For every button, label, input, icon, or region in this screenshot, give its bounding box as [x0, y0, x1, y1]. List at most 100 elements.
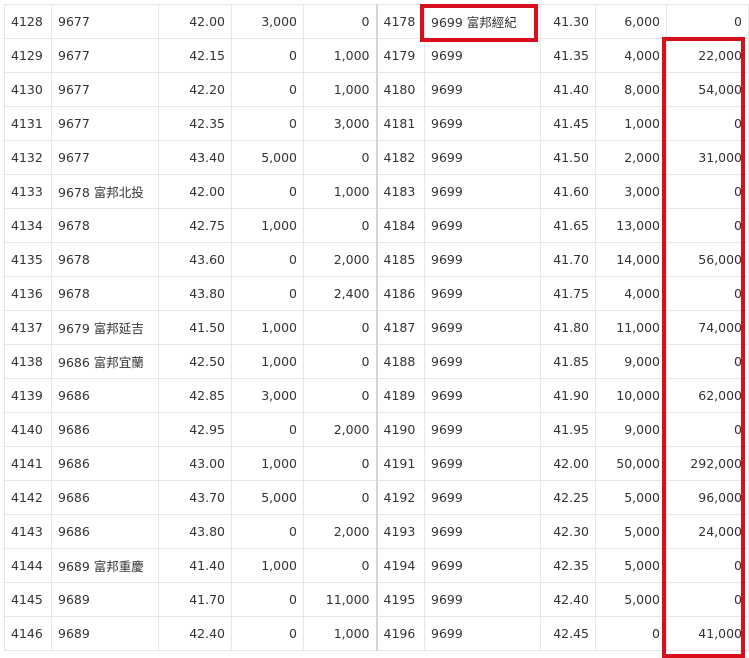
table-row: 4138 9686 富邦宜蘭 42.50 1,000 0 4188 9699 41.85 9,0… [4, 344, 749, 379]
table-row: 4128 9677 42.00 3,000 0 4178 9699 富邦經紀 41.30 6,0… [4, 4, 749, 39]
right-sell-qty-cell: 54,000 [666, 72, 749, 107]
left-price-cell: 43.40 [158, 140, 232, 175]
table-row: 4145 9689 41.70 0 11,000 4195 9699 42.40 5,000 0 [4, 582, 749, 617]
right-sell-qty-cell: 74,000 [666, 310, 749, 345]
left-sell-qty-cell: 3,000 [303, 106, 377, 141]
table-row: 4136 9678 43.80 0 2,400 4186 9699 41.75 4,000 0 [4, 276, 749, 311]
left-price-cell: 42.35 [158, 106, 232, 141]
left-broker-cell: 9677 [51, 4, 159, 39]
left-buy-qty-cell: 0 [231, 106, 304, 141]
left-seq-cell: 4132 [4, 140, 52, 175]
right-seq-cell: 4183 [375, 174, 425, 209]
right-broker-cell: 9699 [424, 616, 541, 651]
left-price-cell: 43.70 [158, 480, 232, 515]
left-price-cell: 42.40 [158, 616, 232, 651]
right-buy-qty-cell: 9,000 [595, 344, 667, 379]
right-sell-qty-cell: 0 [666, 106, 749, 141]
right-sell-qty-cell: 96,000 [666, 480, 749, 515]
table-row: 4137 9679 富邦延吉 41.50 1,000 0 4187 9699 41.80 11,… [4, 310, 749, 345]
left-broker-cell: 9677 [51, 38, 159, 73]
left-price-cell: 41.50 [158, 310, 232, 345]
table-row: 4139 9686 42.85 3,000 0 4189 9699 41.90 10,000 62… [4, 378, 749, 413]
left-buy-qty-cell: 0 [231, 242, 304, 277]
right-sell-qty-cell: 41,000 [666, 616, 749, 651]
table-row: 4146 9689 42.40 0 1,000 4196 9699 42.45 0 41,000 [4, 616, 749, 651]
left-buy-qty-cell: 3,000 [231, 378, 304, 413]
right-buy-qty-cell: 4,000 [595, 38, 667, 73]
right-broker-cell: 9699 [424, 480, 541, 515]
right-buy-qty-cell: 9,000 [595, 412, 667, 447]
left-broker-cell: 9678 [51, 242, 159, 277]
table-row: 4131 9677 42.35 0 3,000 4181 9699 41.45 1,000 0 [4, 106, 749, 141]
right-price-cell: 41.70 [540, 242, 596, 277]
table-row: 4134 9678 42.75 1,000 0 4184 9699 41.65 13,000 0 [4, 208, 749, 243]
left-sell-qty-cell: 0 [303, 378, 377, 413]
right-sell-qty-cell: 292,000 [666, 446, 749, 481]
right-buy-qty-cell: 50,000 [595, 446, 667, 481]
left-broker-cell: 9679 富邦延吉 [51, 310, 159, 345]
left-seq-cell: 4140 [4, 412, 52, 447]
right-sell-qty-cell: 24,000 [666, 514, 749, 549]
right-price-cell: 41.60 [540, 174, 596, 209]
right-broker-cell: 9699 [424, 72, 541, 107]
right-buy-qty-cell: 1,000 [595, 106, 667, 141]
right-seq-cell: 4184 [375, 208, 425, 243]
left-buy-qty-cell: 1,000 [231, 548, 304, 583]
right-price-cell: 41.95 [540, 412, 596, 447]
left-price-cell: 41.70 [158, 582, 232, 617]
right-seq-cell: 4195 [375, 582, 425, 617]
right-sell-qty-cell: 0 [666, 412, 749, 447]
left-buy-qty-cell: 1,000 [231, 344, 304, 379]
right-buy-qty-cell: 14,000 [595, 242, 667, 277]
left-buy-qty-cell: 5,000 [231, 140, 304, 175]
left-price-cell: 43.80 [158, 514, 232, 549]
right-buy-qty-cell: 0 [595, 616, 667, 651]
left-broker-cell: 9686 [51, 378, 159, 413]
right-broker-cell: 9699 [424, 310, 541, 345]
right-price-cell: 42.25 [540, 480, 596, 515]
right-broker-cell: 9699 [424, 412, 541, 447]
left-sell-qty-cell: 0 [303, 548, 377, 583]
right-price-cell: 41.75 [540, 276, 596, 311]
left-seq-cell: 4139 [4, 378, 52, 413]
left-buy-qty-cell: 0 [231, 616, 304, 651]
right-seq-cell: 4193 [375, 514, 425, 549]
right-price-cell: 41.30 [540, 4, 596, 39]
left-sell-qty-cell: 0 [303, 208, 377, 243]
left-seq-cell: 4143 [4, 514, 52, 549]
right-broker-cell: 9699 [424, 140, 541, 175]
left-buy-qty-cell: 3,000 [231, 4, 304, 39]
right-broker-cell: 9699 [424, 208, 541, 243]
left-price-cell: 43.60 [158, 242, 232, 277]
left-price-cell: 42.15 [158, 38, 232, 73]
broker-trade-sheet: 4128 9677 42.00 3,000 0 4178 9699 富邦經紀 41.30 6,0… [0, 0, 749, 658]
left-seq-cell: 4129 [4, 38, 52, 73]
right-broker-cell: 9699 [424, 242, 541, 277]
right-price-cell: 41.90 [540, 378, 596, 413]
left-seq-cell: 4145 [4, 582, 52, 617]
left-sell-qty-cell: 2,000 [303, 514, 377, 549]
right-buy-qty-cell: 5,000 [595, 480, 667, 515]
right-buy-qty-cell: 11,000 [595, 310, 667, 345]
left-sell-qty-cell: 1,000 [303, 72, 377, 107]
right-seq-cell: 4194 [375, 548, 425, 583]
left-broker-cell: 9689 [51, 616, 159, 651]
left-buy-qty-cell: 0 [231, 38, 304, 73]
right-buy-qty-cell: 2,000 [595, 140, 667, 175]
left-sell-qty-cell: 0 [303, 480, 377, 515]
table-row: 4133 9678 富邦北投 42.00 0 1,000 4183 9699 41.60 3,0… [4, 174, 749, 209]
right-price-cell: 41.40 [540, 72, 596, 107]
right-seq-cell: 4187 [375, 310, 425, 345]
left-sell-qty-cell: 1,000 [303, 616, 377, 651]
right-price-cell: 41.85 [540, 344, 596, 379]
left-sell-qty-cell: 0 [303, 344, 377, 379]
right-buy-qty-cell: 6,000 [595, 4, 667, 39]
right-sell-qty-cell: 0 [666, 582, 749, 617]
left-buy-qty-cell: 0 [231, 72, 304, 107]
left-sell-qty-cell: 0 [303, 446, 377, 481]
left-broker-cell: 9686 [51, 412, 159, 447]
left-sell-qty-cell: 2,000 [303, 412, 377, 447]
left-sell-qty-cell: 11,000 [303, 582, 377, 617]
right-broker-cell: 9699 [424, 378, 541, 413]
left-sell-qty-cell: 0 [303, 4, 377, 39]
